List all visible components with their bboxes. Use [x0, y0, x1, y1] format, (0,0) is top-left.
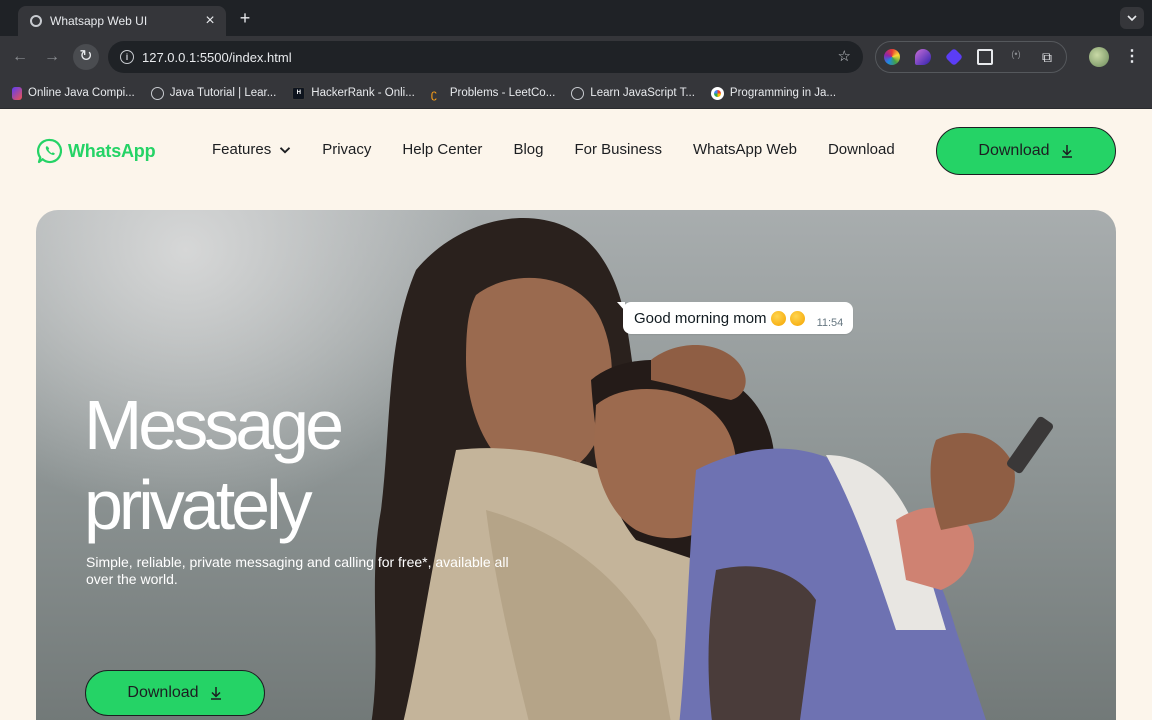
chat-bubble-text: Good morning mom [634, 309, 767, 327]
bookmark-item[interactable]: Java Tutorial | Lear... [150, 86, 277, 100]
nav-item-privacy[interactable]: Privacy [322, 141, 371, 158]
tab-title: Whatsapp Web UI [50, 14, 148, 28]
new-tab-icon[interactable]: + [236, 8, 254, 29]
extension-icon[interactable] [944, 47, 964, 67]
bookmark-item[interactable]: ʗ Problems - LeetCo... [430, 86, 556, 101]
extension-icon[interactable] [915, 49, 931, 65]
hackerrank-icon: H [292, 86, 306, 100]
extensions-group: (•) ⧉ [875, 41, 1067, 73]
reload-icon[interactable]: ↻ [73, 44, 99, 70]
bookmark-label: Java Tutorial | Lear... [169, 87, 277, 99]
browser-tab[interactable]: Whatsapp Web UI × [18, 6, 226, 36]
bookmark-label: Programming in Ja... [729, 87, 837, 99]
bookmark-star-icon[interactable]: ☆ [838, 47, 851, 65]
hero-section: Message privately Simple, reliable, priv… [36, 210, 1116, 720]
nav-item-blog[interactable]: Blog [513, 141, 543, 158]
bookmarks-bar: Online Java Compi... Java Tutorial | Lea… [0, 78, 1152, 109]
google-icon [710, 86, 724, 100]
bookmark-item[interactable]: Programming in Ja... [710, 86, 837, 100]
chat-bubble: Good morning mom 11:54 [616, 302, 854, 334]
globe-icon [571, 86, 585, 100]
tab-favicon-icon [30, 15, 42, 27]
download-label: Download [978, 142, 1050, 159]
bookmark-label: HackerRank - Onli... [311, 87, 415, 99]
browser-menu-icon[interactable]: ⋮ [1124, 47, 1140, 67]
hero-title-line-1: Message [84, 386, 344, 464]
bookmark-label: Learn JavaScript T... [590, 87, 695, 99]
hero-title: Message privately [84, 385, 344, 545]
bookmark-favicon-icon [12, 86, 22, 100]
nav-item-features[interactable]: Features [212, 141, 291, 158]
leetcode-icon: ʗ [430, 86, 437, 101]
bookmark-label: Online Java Compi... [28, 87, 135, 99]
nav-item-for-business[interactable]: For Business [574, 141, 662, 158]
chevron-down-icon [280, 146, 291, 153]
site-info-icon[interactable]: i [120, 50, 134, 64]
nav-item-download[interactable]: Download [828, 141, 895, 158]
header-download-button[interactable]: Download [936, 127, 1116, 175]
hero-title-line-2: privately [84, 466, 313, 544]
back-icon[interactable]: ← [9, 46, 31, 68]
browser-tabstrip: Whatsapp Web UI × + [0, 0, 1152, 36]
whatsapp-logo[interactable]: WhatsApp [36, 137, 156, 165]
download-arrow-icon [210, 687, 221, 700]
extensions-puzzle-icon[interactable]: ⧉ [1039, 49, 1055, 65]
main-nav: Features Privacy Help Center Blog For Bu… [212, 141, 895, 158]
hero-download-button[interactable]: Download [85, 670, 265, 716]
hug-emoji-icon [770, 310, 786, 326]
whatsapp-logo-icon [36, 138, 62, 164]
profile-avatar[interactable] [1089, 47, 1109, 67]
nav-item-help-center[interactable]: Help Center [402, 141, 482, 158]
heart-face-emoji-icon [789, 310, 805, 326]
color-picker-extension-icon[interactable] [884, 49, 900, 65]
globe-icon [150, 86, 164, 100]
forward-icon[interactable]: → [41, 46, 63, 68]
download-arrow-icon [1061, 145, 1072, 158]
site-header: WhatsApp Features Privacy Help Center Bl… [0, 109, 1152, 193]
browser-toolbar: ← → ↻ i 127.0.0.1:5500/index.html ☆ (•) … [0, 36, 1152, 78]
hero-subtitle: Simple, reliable, private messaging and … [86, 554, 509, 587]
url-text: 127.0.0.1:5500/index.html [142, 49, 292, 65]
nav-label: Features [212, 141, 272, 158]
bookmark-item[interactable]: H HackerRank - Onli... [292, 86, 415, 100]
nav-item-whatsapp-web[interactable]: WhatsApp Web [693, 141, 797, 158]
logo-text: WhatsApp [68, 140, 156, 161]
picture-in-picture-icon[interactable] [977, 49, 993, 65]
chat-bubble-time: 11:54 [816, 317, 844, 329]
bookmark-item[interactable]: Online Java Compi... [12, 86, 135, 100]
extension-icon[interactable]: (•) [1008, 49, 1024, 65]
address-bar[interactable]: i 127.0.0.1:5500/index.html ☆ [108, 41, 863, 73]
download-label: Download [127, 684, 199, 701]
close-tab-icon[interactable]: × [202, 13, 218, 29]
bookmark-label: Problems - LeetCo... [449, 87, 556, 99]
tab-search-icon[interactable] [1120, 7, 1144, 29]
bookmark-item[interactable]: Learn JavaScript T... [571, 86, 695, 100]
